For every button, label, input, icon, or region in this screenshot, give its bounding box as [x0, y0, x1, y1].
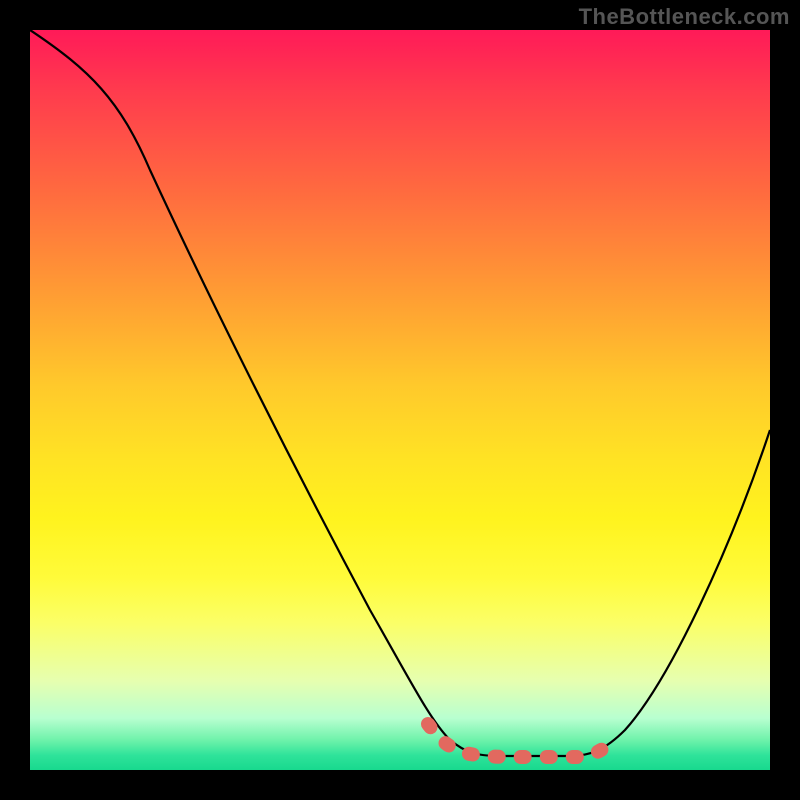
trough-marker: [428, 724, 612, 757]
watermark-text: TheBottleneck.com: [579, 4, 790, 30]
plot-area: [30, 30, 770, 770]
chart-frame: TheBottleneck.com: [0, 0, 800, 800]
curve-layer: [30, 30, 770, 770]
bottleneck-curve: [30, 30, 770, 756]
